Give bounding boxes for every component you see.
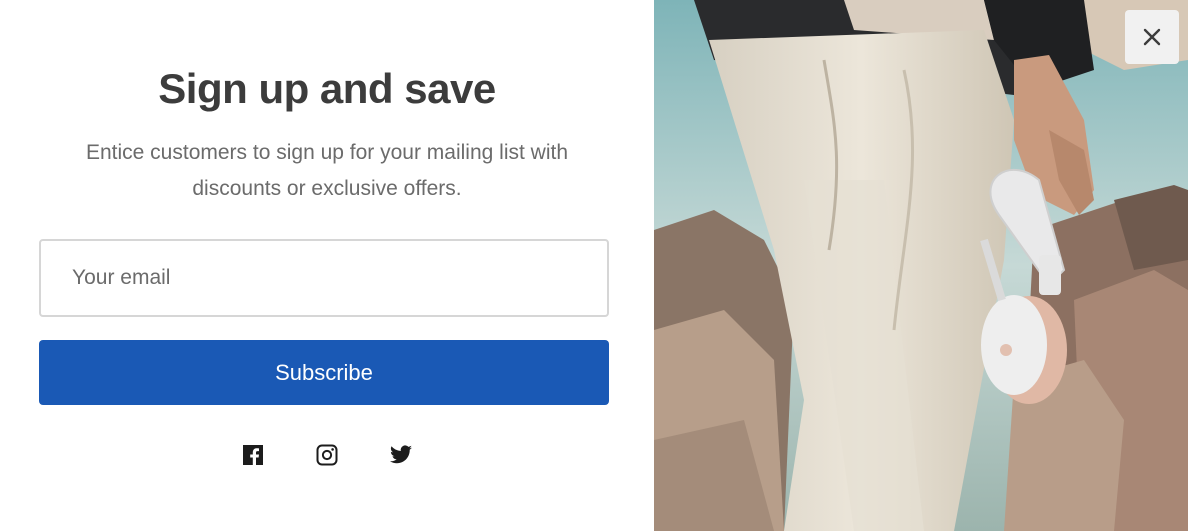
twitter-link[interactable] <box>388 442 414 468</box>
instagram-link[interactable] <box>314 442 340 468</box>
newsletter-popup: Sign up and save Entice customers to sig… <box>0 0 1188 531</box>
signup-form-panel: Sign up and save Entice customers to sig… <box>0 0 654 531</box>
facebook-icon <box>243 445 263 465</box>
close-button[interactable] <box>1125 10 1179 64</box>
twitter-icon <box>390 445 412 464</box>
facebook-link[interactable] <box>240 442 266 468</box>
close-icon <box>1143 28 1161 46</box>
subscribe-button[interactable]: Subscribe <box>39 340 609 405</box>
instagram-icon <box>316 444 338 466</box>
email-field[interactable] <box>39 239 609 317</box>
social-links <box>39 442 615 468</box>
hero-image-panel <box>654 0 1188 531</box>
hero-photo <box>654 0 1188 531</box>
popup-title: Sign up and save <box>158 65 496 112</box>
popup-description: Entice customers to sign up for your mai… <box>85 141 569 200</box>
